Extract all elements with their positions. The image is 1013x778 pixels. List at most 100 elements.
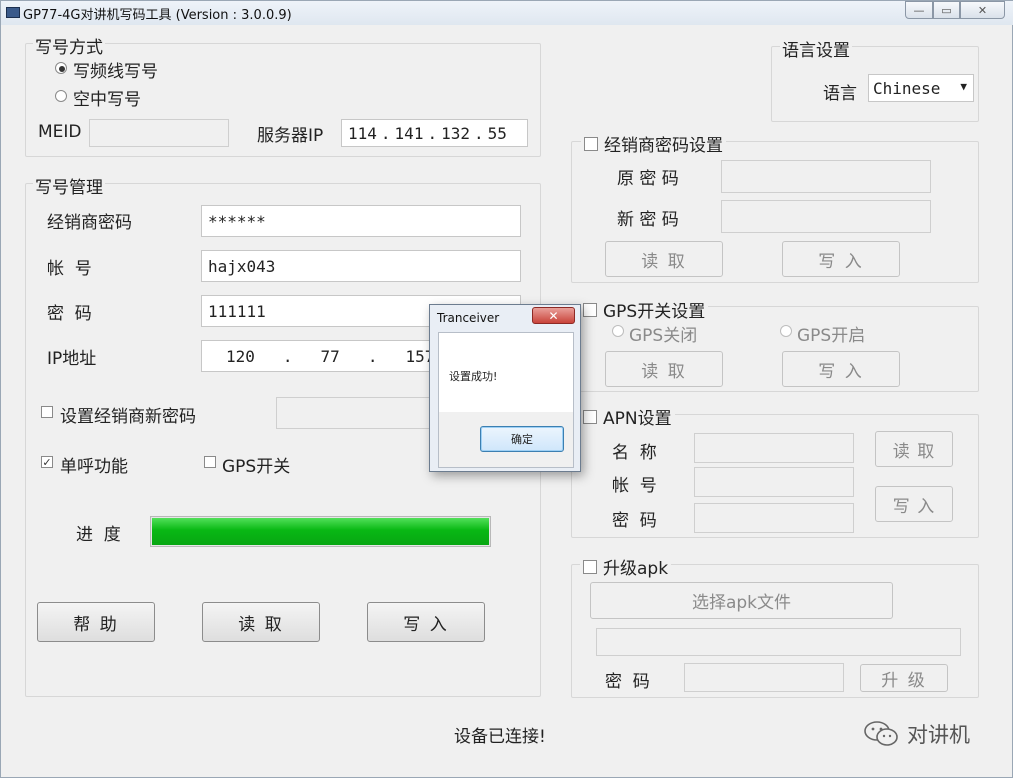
radio-ota-write-label[interactable]: 空中写号 (73, 85, 141, 110)
upgrade-header[interactable]: 升级apk (580, 554, 672, 579)
apn-write-button[interactable]: 写 入 (875, 486, 953, 522)
apn-password-label: 密 码 (612, 511, 657, 531)
dialog-close-icon[interactable]: ✕ (532, 307, 575, 324)
radio-gps-on-label[interactable]: GPS开启 (797, 321, 865, 346)
apn-password-field[interactable] (694, 503, 854, 533)
dialog-ok-button[interactable]: 确定 (480, 426, 564, 452)
ip-separator: . (427, 123, 438, 143)
gps-switch-label[interactable]: GPS开关 (222, 452, 290, 477)
apn-read-button[interactable]: 读 取 (875, 431, 953, 467)
radio-ota-write[interactable] (55, 90, 67, 102)
new-dealer-pw-field[interactable] (276, 397, 431, 429)
app-icon (6, 7, 20, 18)
gps-write-button[interactable]: 写 入 (782, 351, 900, 387)
set-dealer-pw-checkbox[interactable] (41, 406, 53, 418)
ip-separator: . (380, 123, 391, 143)
ip-separator: . (367, 346, 378, 366)
minimize-icon[interactable]: — (905, 1, 933, 19)
ip-separator: . (474, 123, 484, 143)
apn-settings-header[interactable]: APN设置 (580, 404, 675, 429)
radio-gps-on[interactable] (780, 325, 792, 337)
dealer-password-label: 经销商密码 (47, 213, 132, 233)
single-call-label[interactable]: 单呼功能 (60, 452, 128, 477)
server-ip-octet: 141 (394, 123, 424, 143)
gps-settings-header[interactable]: GPS开关设置 (580, 297, 709, 322)
language-title: 语言设置 (780, 36, 852, 61)
connection-status: 设备已连接! (454, 727, 546, 747)
dealer-pw-settings-header[interactable]: 经销商密码设置 (581, 131, 726, 156)
dialog-title: Tranceiver (437, 311, 500, 325)
account-field[interactable]: hajx043 (201, 250, 521, 282)
server-ip-octet: 132 (441, 123, 470, 143)
single-call-checkbox[interactable]: ✓ (41, 456, 53, 468)
upgrade-button[interactable]: 升 级 (860, 664, 948, 692)
radio-cable-write[interactable] (55, 62, 67, 74)
server-ip-octet: 55 (487, 123, 507, 143)
ip-separator: . (282, 346, 293, 366)
dealer-pw-write-button[interactable]: 写 入 (782, 241, 900, 277)
server-ip-label: 服务器IP (257, 126, 324, 146)
set-dealer-pw-label[interactable]: 设置经销商新密码 (60, 402, 196, 427)
apk-path-field[interactable] (596, 628, 961, 656)
progress-label: 进 度 (76, 525, 121, 545)
language-selected: Chinese (873, 78, 941, 98)
watermark: 对讲机 (863, 719, 970, 749)
write-button[interactable]: 写 入 (367, 602, 485, 642)
apn-name-label: 名 称 (612, 443, 657, 463)
dealer-password-field[interactable]: ****** (201, 205, 521, 237)
upgrade-password-label: 密 码 (605, 672, 650, 692)
radio-cable-write-label[interactable]: 写频线写号 (73, 57, 158, 82)
title-bar: GP77-4G对讲机写码工具 (Version : 3.0.0.9) — ▭ ✕ (1, 1, 1013, 25)
maximize-icon[interactable]: ▭ (933, 1, 960, 19)
wechat-icon (864, 721, 898, 746)
apn-account-field[interactable] (694, 467, 854, 497)
close-icon[interactable]: ✕ (960, 1, 1005, 19)
dealer-pw-settings-title[interactable]: 经销商密码设置 (604, 131, 723, 156)
progress-bar (150, 516, 491, 547)
apn-name-field[interactable] (694, 433, 854, 463)
upgrade-title[interactable]: 升级apk (603, 554, 668, 579)
ip-octet: 77 (320, 346, 340, 366)
upgrade-checkbox[interactable] (583, 559, 597, 574)
apn-settings-title[interactable]: APN设置 (603, 404, 672, 429)
dialog-body: 设置成功! 确定 (438, 332, 574, 468)
new-pw-field[interactable] (721, 200, 931, 233)
radio-gps-off[interactable] (612, 325, 624, 337)
account-label: 帐 号 (47, 259, 92, 279)
old-pw-label: 原 密 码 (617, 169, 679, 189)
message-dialog: Tranceiver ✕ 设置成功! 确定 (429, 304, 581, 472)
window-title: GP77-4G对讲机写码工具 (Version : 3.0.0.9) (23, 8, 292, 23)
language-label: 语言 (823, 84, 857, 104)
write-mode-title: 写号方式 (33, 33, 105, 58)
server-ip-octet: 114 (348, 123, 377, 143)
dialog-footer: 确定 (439, 412, 573, 467)
progress-fill (152, 518, 489, 545)
ip-address-label: IP地址 (47, 349, 97, 369)
language-select[interactable]: Chinese ▼ (868, 74, 974, 102)
select-apk-button[interactable]: 选择apk文件 (590, 582, 893, 619)
caption-buttons: — ▭ ✕ (905, 1, 1005, 20)
gps-switch-checkbox[interactable] (204, 456, 216, 468)
gps-settings-title[interactable]: GPS开关设置 (603, 297, 705, 322)
upgrade-password-field[interactable] (684, 663, 844, 692)
new-pw-label: 新 密 码 (617, 210, 679, 230)
meid-label: MEID (38, 122, 82, 142)
password-label: 密 码 (47, 304, 92, 324)
dialog-message: 设置成功! (449, 370, 498, 383)
apn-account-label: 帐 号 (612, 476, 657, 496)
gps-settings-checkbox[interactable] (583, 302, 597, 317)
watermark-text: 对讲机 (907, 723, 970, 747)
read-button[interactable]: 读 取 (202, 602, 320, 642)
server-ip-field[interactable]: 114 . 141 . 132 . 55 (341, 119, 528, 147)
radio-gps-off-label[interactable]: GPS关闭 (629, 321, 697, 346)
dealer-pw-settings-checkbox[interactable] (584, 136, 598, 151)
old-pw-field[interactable] (721, 160, 931, 193)
gps-read-button[interactable]: 读 取 (605, 351, 723, 387)
app-window: GP77-4G对讲机写码工具 (Version : 3.0.0.9) — ▭ ✕… (0, 0, 1013, 778)
ip-octet: 120 (226, 346, 255, 366)
meid-field[interactable] (89, 119, 229, 147)
apn-settings-checkbox[interactable] (583, 409, 597, 424)
dealer-pw-read-button[interactable]: 读 取 (605, 241, 723, 277)
help-button[interactable]: 帮 助 (37, 602, 155, 642)
chevron-down-icon: ▼ (960, 80, 967, 93)
